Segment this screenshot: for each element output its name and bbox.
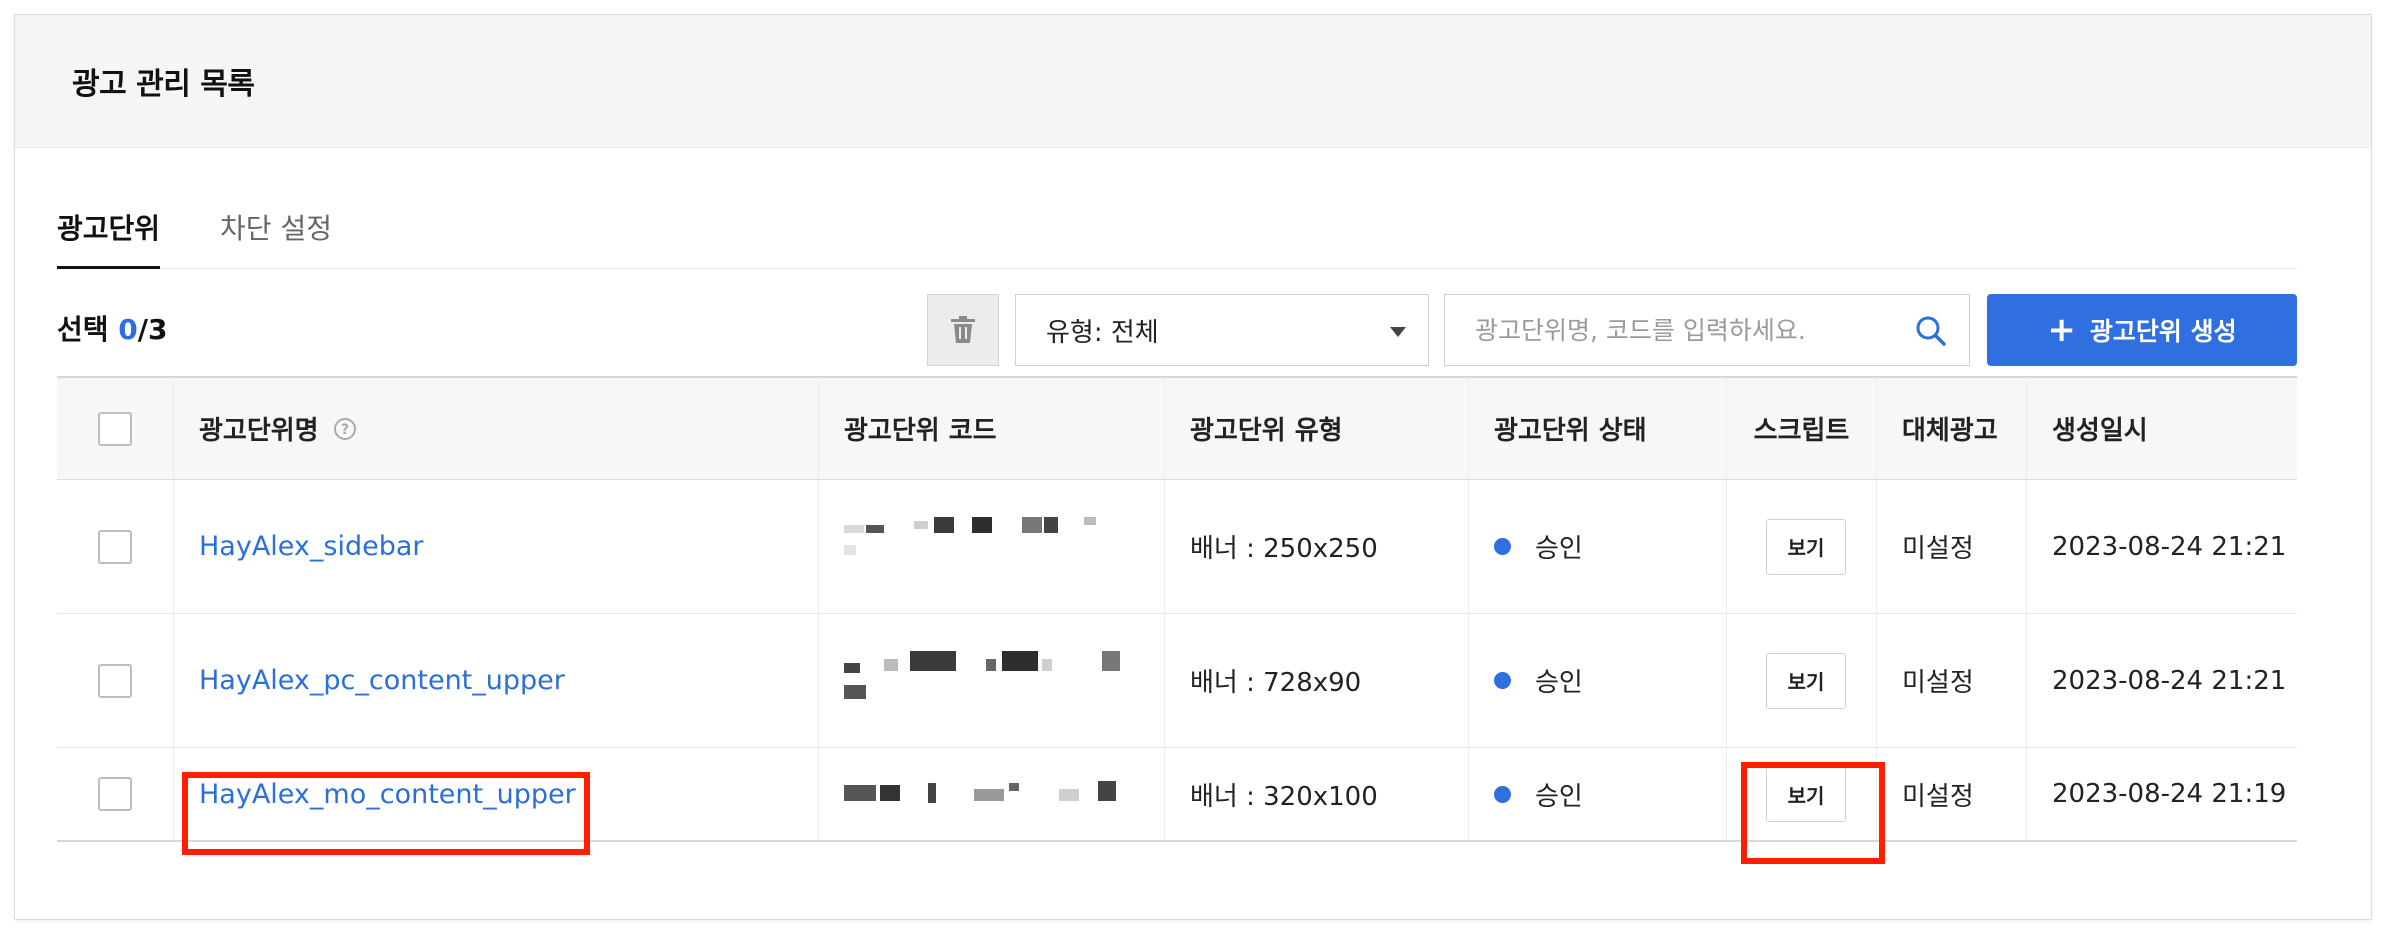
created-at-cell: 2023-08-24 21:21 — [2052, 531, 2287, 562]
ad-unit-status-cell: 승인 — [1469, 748, 1727, 840]
row-checkbox[interactable] — [98, 529, 132, 564]
ad-unit-code-cell — [819, 480, 1165, 613]
type-filter-select[interactable]: 유형: 전체 — [1015, 294, 1429, 366]
ad-unit-status-cell: 승인 — [1469, 480, 1727, 613]
search-icon[interactable] — [1915, 315, 1947, 347]
fallback-ad-cell: 미설정 — [1877, 614, 2027, 747]
select-all-checkbox[interactable] — [98, 411, 132, 446]
tab-bar: 광고단위 차단 설정 — [57, 195, 2297, 269]
ad-unit-name-link[interactable]: HayAlex_pc_content_upper — [199, 665, 565, 696]
created-at-cell: 2023-08-24 21:19 — [2052, 779, 2287, 809]
column-header-code: 광고단위 코드 — [819, 378, 1165, 479]
column-header-name-label: 광고단위명 — [199, 416, 319, 446]
blurred-code-image — [844, 650, 1134, 711]
tab-ad-units[interactable]: 광고단위 — [57, 195, 161, 269]
table-header-row: 광고단위명 ? 광고단위 코드 광고단위 유형 광고단위 상태 스크립트 대체광… — [57, 376, 2297, 480]
ad-unit-type-cell: 배너 : 250x250 — [1165, 480, 1469, 613]
search-input[interactable] — [1445, 295, 1905, 365]
row-checkbox-cell — [57, 614, 174, 747]
fallback-ad-cell: 미설정 — [1877, 480, 2027, 613]
selection-count: 선택 0/3 — [57, 308, 167, 348]
view-script-button[interactable]: 보기 — [1766, 652, 1846, 709]
search-field — [1444, 294, 1970, 366]
column-header-created: 생성일시 — [2052, 416, 2148, 446]
ad-unit-name-cell: HayAlex_pc_content_upper — [174, 614, 819, 747]
ad-unit-name-link[interactable]: HayAlex_sidebar — [199, 531, 424, 562]
card-header: 광고 관리 목록 — [15, 15, 2371, 148]
selected-count: 0 — [118, 313, 138, 346]
highlight-view-script-button — [1741, 762, 1885, 864]
status-dot-icon — [1494, 672, 1511, 689]
type-filter-value: 유형: 전체 — [1046, 317, 1159, 348]
view-script-button[interactable]: 보기 — [1766, 518, 1846, 575]
selection-total: /3 — [137, 313, 168, 346]
fallback-ad-cell: 미설정 — [1877, 748, 2027, 840]
table-row: HayAlex_pc_content_upper 배너 : 728x90 승인 … — [57, 614, 2297, 748]
create-ad-unit-button[interactable]: + 광고단위 생성 — [1987, 294, 2297, 366]
ad-unit-type-cell: 배너 : 320x100 — [1165, 748, 1469, 840]
row-checkbox[interactable] — [98, 663, 132, 698]
status-text: 승인 — [1535, 668, 1583, 698]
caret-down-icon — [1390, 327, 1406, 337]
help-icon[interactable]: ? — [333, 417, 357, 441]
column-header-name: 광고단위명 ? — [174, 378, 819, 479]
ad-unit-type-cell: 배너 : 728x90 — [1165, 614, 1469, 747]
row-checkbox-cell — [57, 480, 174, 613]
blurred-code-image — [844, 779, 1134, 809]
delete-button[interactable] — [927, 294, 999, 366]
table-row: HayAlex_sidebar 배너 : 250x250 승인 보기 미설정 2… — [57, 480, 2297, 614]
row-checkbox-cell — [57, 748, 174, 840]
status-dot-icon — [1494, 538, 1511, 555]
highlight-ad-unit-name — [182, 772, 590, 855]
page-title: 광고 관리 목록 — [72, 67, 255, 102]
create-button-label: 광고단위 생성 — [2089, 317, 2237, 346]
svg-text:?: ? — [341, 422, 349, 438]
column-header-fallback: 대체광고 — [1877, 378, 2027, 479]
column-header-type: 광고단위 유형 — [1165, 378, 1469, 479]
script-cell: 보기 — [1727, 614, 1877, 747]
trash-icon — [951, 316, 975, 343]
status-dot-icon — [1494, 785, 1511, 803]
row-checkbox[interactable] — [98, 777, 132, 811]
ad-unit-status-cell: 승인 — [1469, 614, 1727, 747]
status-text: 승인 — [1535, 534, 1583, 564]
ad-unit-code-cell — [819, 614, 1165, 747]
plus-icon: + — [2047, 310, 2076, 350]
tab-block-settings[interactable]: 차단 설정 — [220, 195, 332, 268]
selection-prefix: 선택 — [57, 313, 119, 346]
created-at-cell: 2023-08-24 21:21 — [2052, 665, 2287, 696]
ad-unit-name-cell: HayAlex_sidebar — [174, 480, 819, 613]
toolbar: 선택 0/3 유형: 전체 + 광고단위 생성 — [57, 280, 2297, 366]
header-checkbox-cell — [57, 378, 174, 479]
blurred-code-image — [844, 516, 1134, 577]
column-header-status: 광고단위 상태 — [1469, 378, 1727, 479]
ad-unit-code-cell — [819, 748, 1165, 840]
script-cell: 보기 — [1727, 480, 1877, 613]
status-text: 승인 — [1535, 781, 1583, 812]
column-header-script: 스크립트 — [1727, 378, 1877, 479]
